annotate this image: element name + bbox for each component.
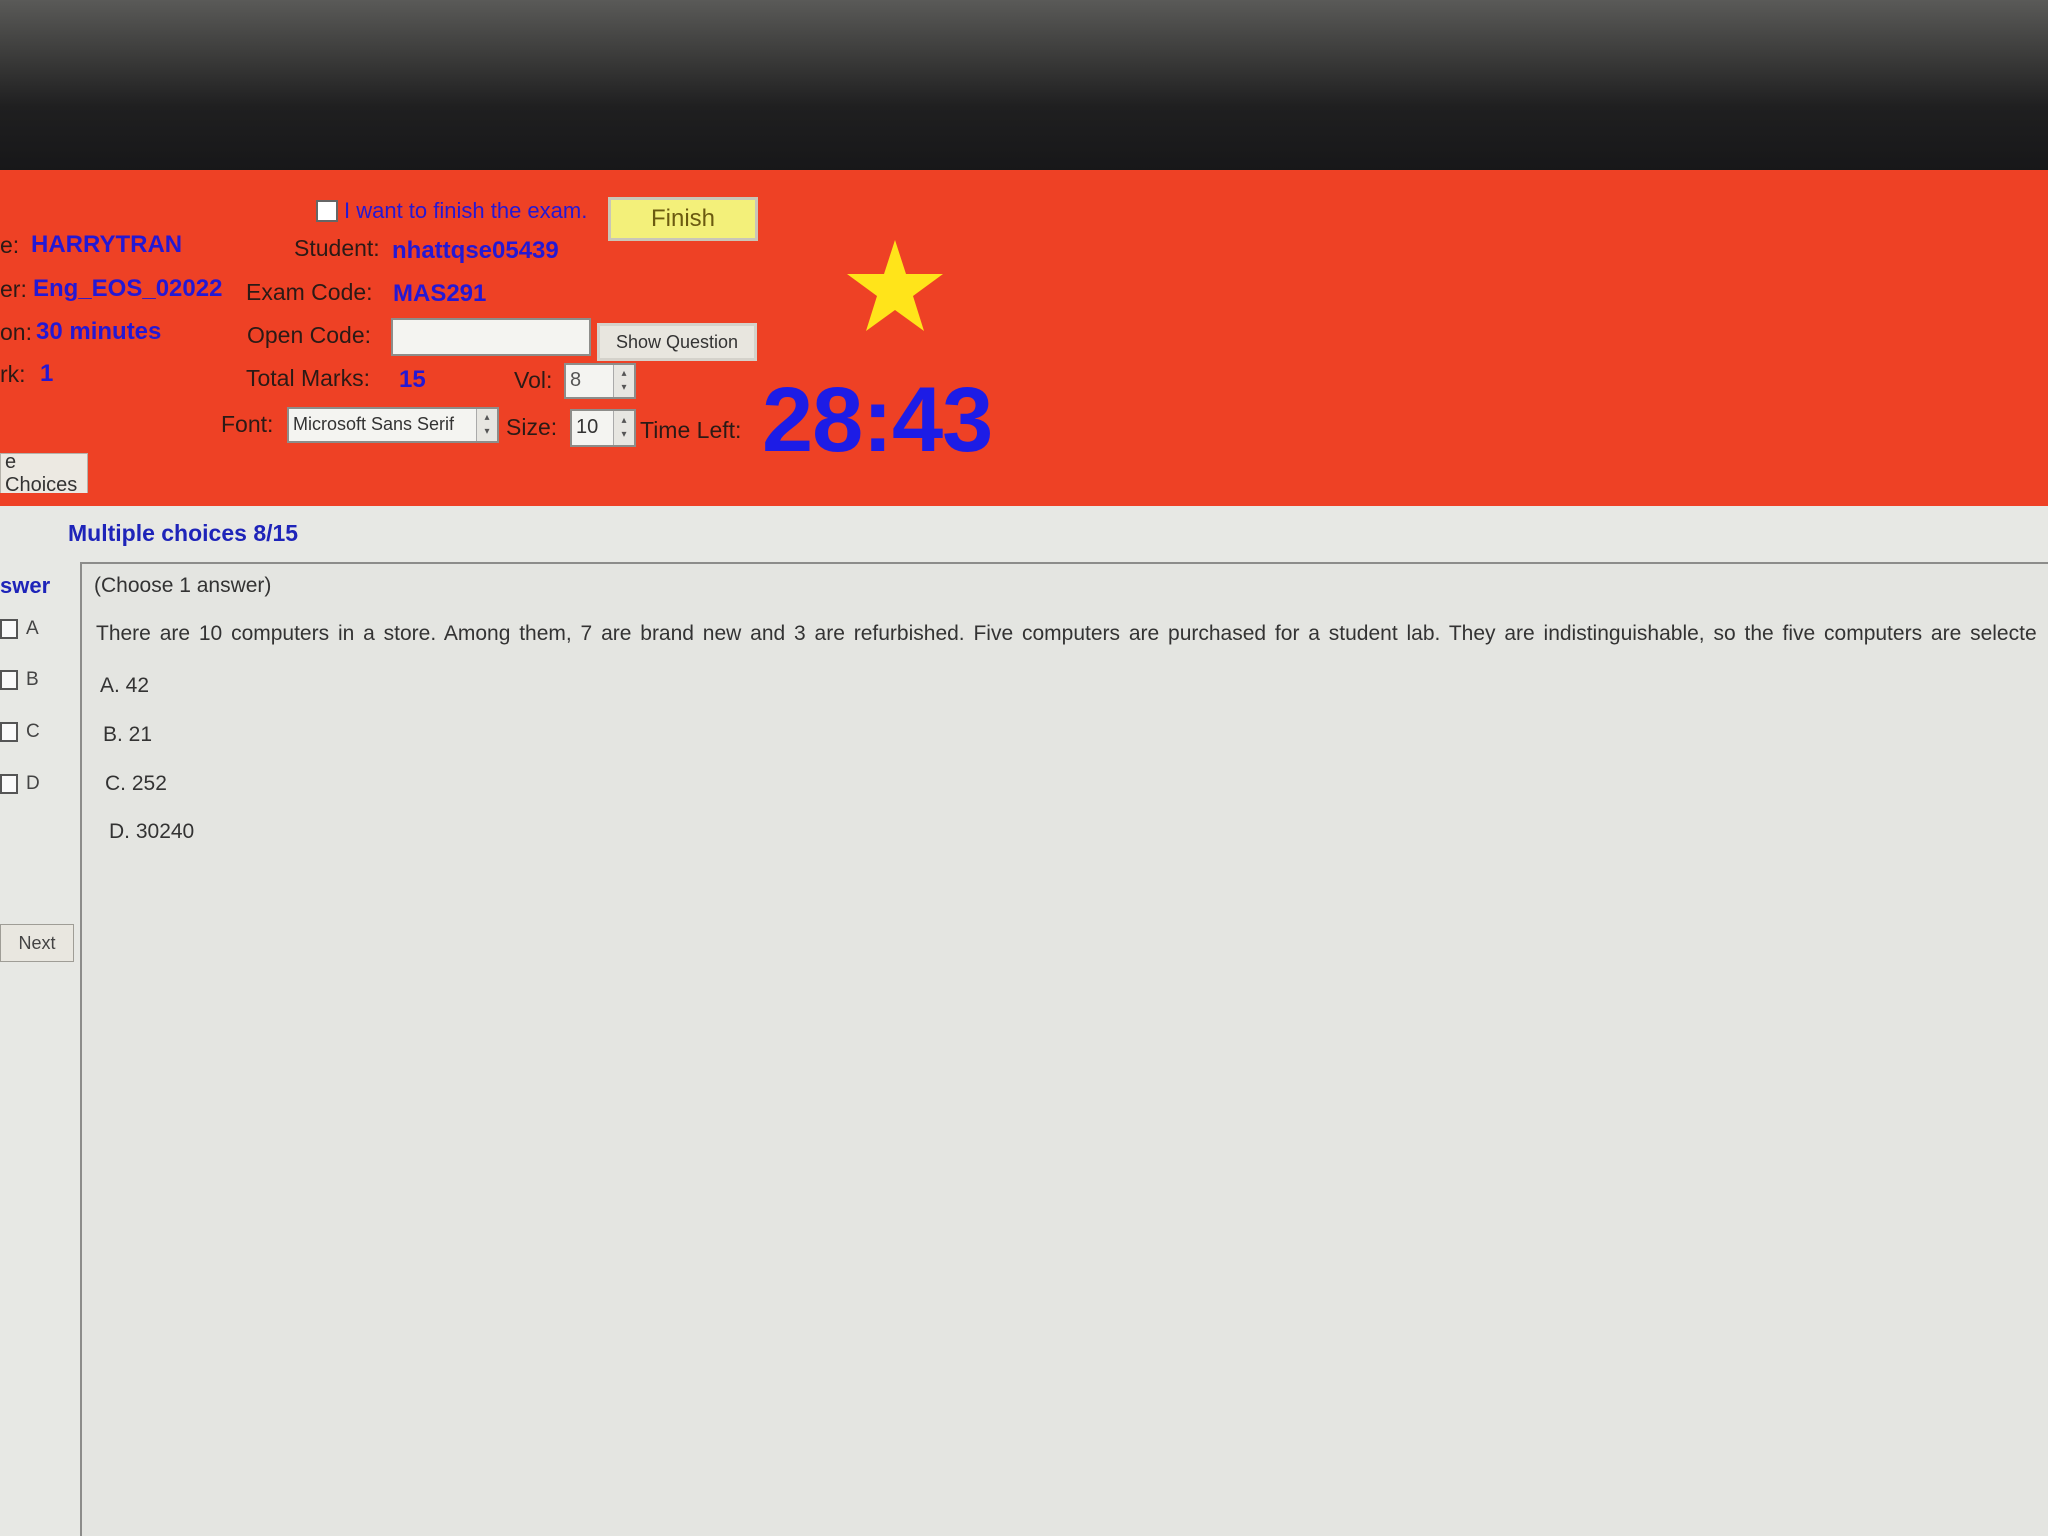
- server-value: Eng_EOS_02022: [33, 275, 223, 302]
- mark-value: 1: [40, 360, 54, 387]
- font-spin-arrows[interactable]: ▴ ▾: [476, 409, 497, 441]
- vol-spinner[interactable]: 8 ▴ ▾: [564, 363, 636, 399]
- question-progress-title: Multiple choices 8/15: [68, 520, 299, 546]
- finish-confirm-label: I want to finish the exam.: [344, 198, 588, 223]
- show-question-button[interactable]: Show Question: [597, 323, 757, 361]
- font-spinner[interactable]: Microsoft Sans Serif ▴ ▾: [287, 407, 499, 443]
- answer-header: swer: [0, 573, 51, 598]
- size-spinner[interactable]: 10 ▴ ▾: [570, 409, 636, 447]
- answer-option-c[interactable]: C: [0, 721, 40, 743]
- vol-value: 8: [570, 369, 582, 391]
- question-text: There are 10 computers in a store. Among…: [96, 622, 2037, 645]
- student-value: nhattqse05439: [392, 237, 559, 264]
- answer-checkbox-b[interactable]: [0, 670, 18, 690]
- option-d-text: D. 30240: [109, 820, 195, 843]
- answer-option-b[interactable]: B: [0, 669, 39, 691]
- font-label: Font:: [221, 411, 274, 437]
- vol-spin-arrows[interactable]: ▴ ▾: [613, 365, 634, 397]
- countdown-timer: 28:43: [762, 369, 993, 471]
- machine-label: e:: [0, 232, 20, 258]
- exam-code-label: Exam Code:: [246, 279, 373, 305]
- answer-letter-a: A: [26, 618, 39, 639]
- open-code-label: Open Code:: [247, 322, 372, 348]
- size-spin-arrows[interactable]: ▴ ▾: [613, 411, 634, 445]
- answer-letter-d: D: [26, 773, 40, 794]
- mark-label: rk:: [0, 361, 26, 387]
- answer-checkbox-a[interactable]: [0, 619, 18, 639]
- next-button[interactable]: Next: [0, 924, 74, 962]
- star-icon: [847, 240, 943, 331]
- answer-checkbox-c[interactable]: [0, 722, 18, 742]
- duration-value: 30 minutes: [36, 318, 162, 345]
- font-value: Microsoft Sans Serif: [293, 414, 455, 434]
- answer-option-a[interactable]: A: [0, 618, 39, 640]
- monitor-bezel: [0, 0, 2048, 195]
- option-b-text: B. 21: [103, 723, 153, 746]
- answer-checkbox-d[interactable]: [0, 774, 18, 794]
- finish-button[interactable]: Finish: [608, 197, 758, 241]
- exam-header: I want to finish the exam. Finish e: HAR…: [0, 170, 2048, 506]
- choose-hint: (Choose 1 answer): [94, 574, 272, 597]
- question-panel: (Choose 1 answer) There are 10 computers…: [80, 562, 2048, 1536]
- total-marks-value: 15: [399, 366, 426, 393]
- answer-option-d[interactable]: D: [0, 773, 40, 795]
- open-code-input[interactable]: [391, 318, 591, 356]
- option-c-text: C. 252: [105, 772, 167, 795]
- vol-label: Vol:: [514, 367, 553, 393]
- tab-multiple-choices[interactable]: e Choices: [0, 451, 88, 496]
- size-value: 10: [576, 416, 599, 438]
- machine-value: HARRYTRAN: [31, 231, 183, 258]
- size-label: Size:: [506, 414, 558, 440]
- server-label: er:: [0, 276, 27, 302]
- exam-code-value: MAS291: [393, 280, 487, 307]
- time-left-label: Time Left:: [640, 417, 742, 443]
- duration-label: on:: [0, 319, 32, 345]
- option-a-text: A. 42: [100, 674, 150, 697]
- exam-client-window: I want to finish the exam. Finish e: HAR…: [0, 170, 2048, 1536]
- answer-letter-b: B: [26, 669, 39, 690]
- finish-confirm-row: I want to finish the exam.: [316, 198, 587, 224]
- total-marks-label: Total Marks:: [246, 365, 370, 391]
- student-label: Student:: [294, 235, 380, 261]
- finish-confirm-checkbox[interactable]: [316, 200, 338, 222]
- answer-letter-c: C: [26, 721, 40, 742]
